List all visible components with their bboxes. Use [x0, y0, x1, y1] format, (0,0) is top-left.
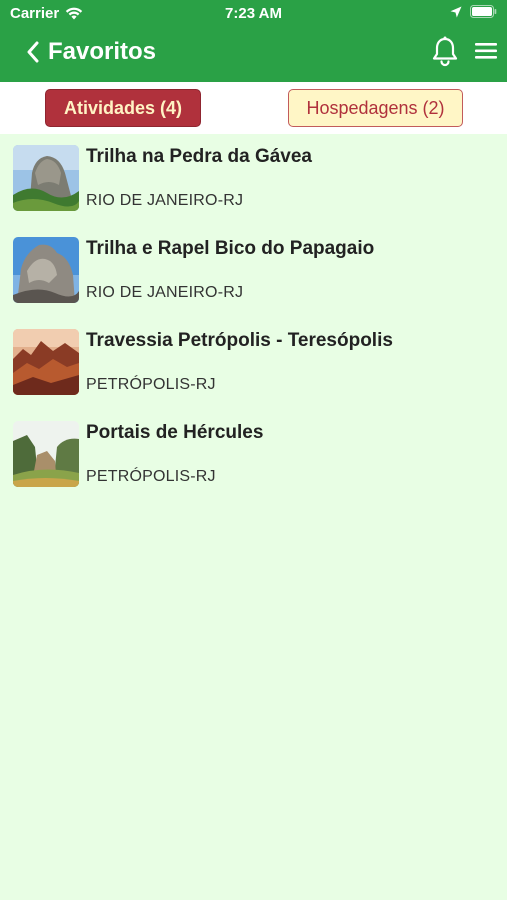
item-thumbnail — [13, 237, 79, 303]
chevron-left-icon — [27, 41, 39, 63]
item-title: Trilha e Rapel Bico do Papagaio — [86, 238, 375, 259]
item-title: Trilha na Pedra da Gávea — [86, 146, 312, 167]
item-location: PETRÓPOLIS-RJ — [86, 468, 216, 485]
item-thumbnail — [13, 145, 79, 211]
list-item[interactable]: Portais de Hércules PETRÓPOLIS-RJ — [0, 410, 507, 500]
status-time: 7:23 AM — [225, 5, 282, 22]
item-location: PETRÓPOLIS-RJ — [86, 376, 216, 393]
item-thumbnail — [13, 421, 79, 487]
item-location: RIO DE JANEIRO-RJ — [86, 192, 244, 209]
bell-icon — [432, 36, 458, 67]
app-header: Carrier 7:23 AM Favoritos — [0, 0, 507, 82]
item-title: Travessia Petrópolis - Teresópolis — [86, 330, 393, 351]
list-item[interactable]: Travessia Petrópolis - Teresópolis PETRÓ… — [0, 318, 507, 408]
hamburger-menu-icon — [475, 43, 497, 59]
back-button[interactable] — [18, 37, 48, 67]
location-arrow-icon — [450, 6, 462, 17]
tab-hospedagens[interactable]: Hospedagens (2) — [288, 89, 463, 127]
status-right — [450, 5, 497, 18]
item-thumbnail — [13, 329, 79, 395]
tabs-bar: Atividades (4) Hospedagens (2) — [0, 82, 507, 134]
menu-button[interactable] — [472, 38, 500, 64]
item-location: RIO DE JANEIRO-RJ — [86, 284, 244, 301]
notifications-button[interactable] — [429, 35, 461, 67]
list-item[interactable]: Trilha e Rapel Bico do Papagaio RIO DE J… — [0, 226, 507, 316]
status-bar: Carrier 7:23 AM — [0, 0, 507, 28]
item-title: Portais de Hércules — [86, 422, 264, 443]
battery-icon — [470, 5, 497, 18]
page-title: Favoritos — [48, 38, 157, 65]
list-item[interactable]: Trilha na Pedra da Gávea RIO DE JANEIRO-… — [0, 134, 507, 224]
tab-atividades[interactable]: Atividades (4) — [45, 89, 201, 127]
